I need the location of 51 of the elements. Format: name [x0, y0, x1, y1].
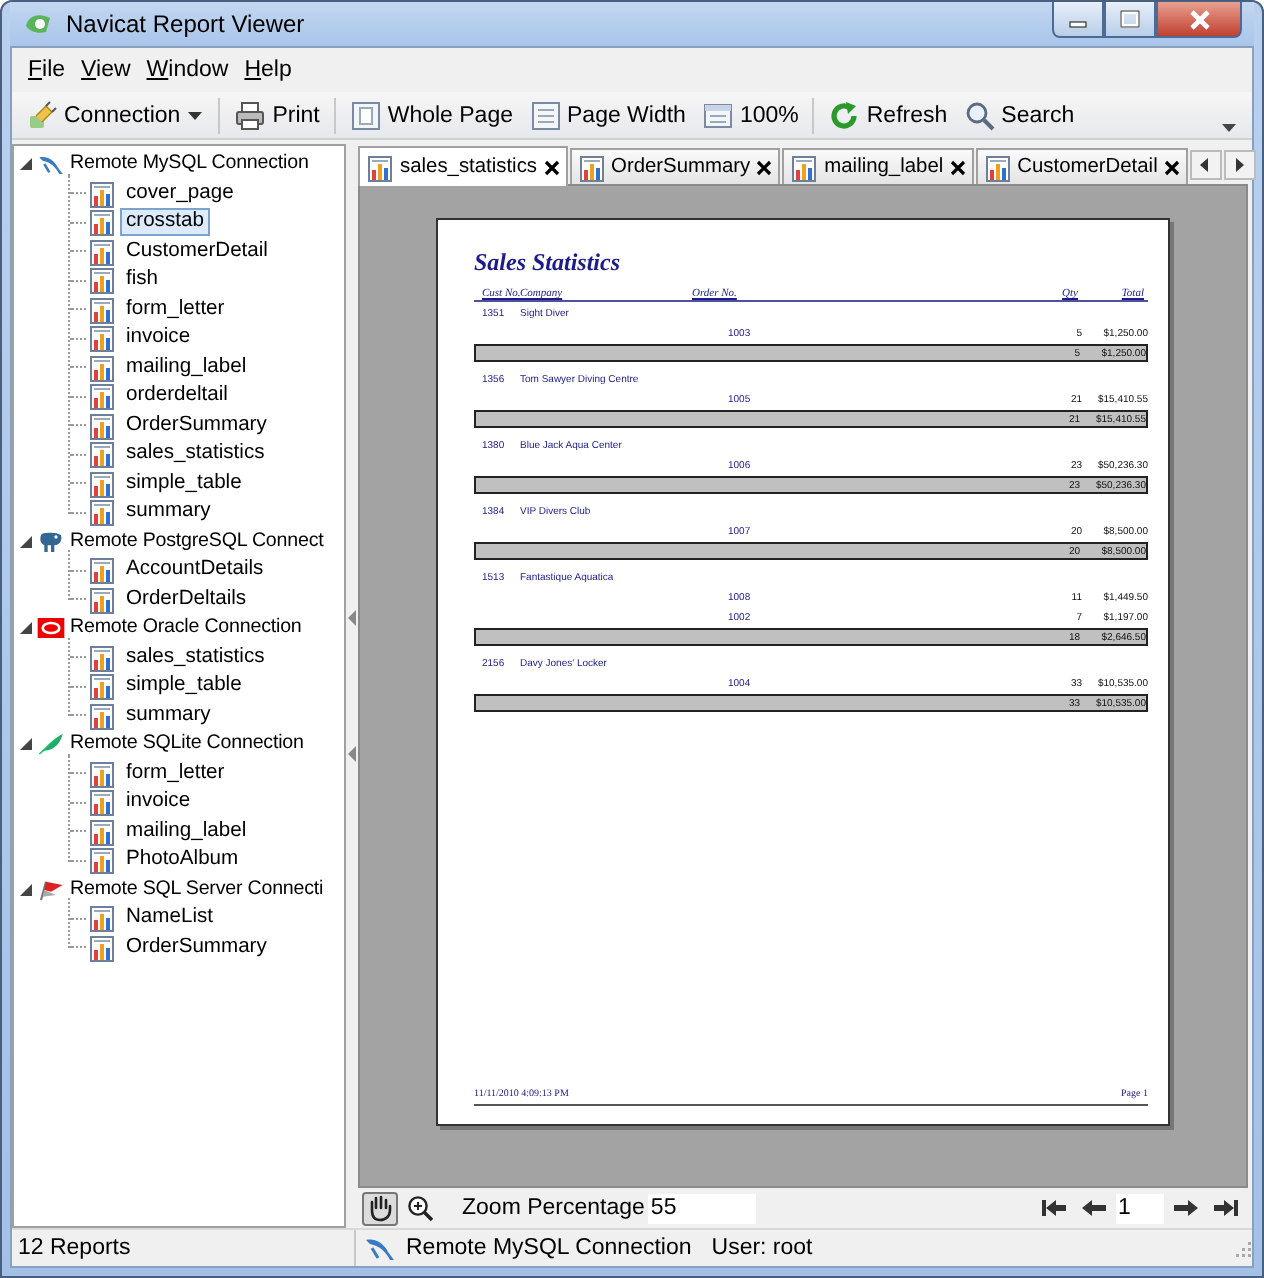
tree-item[interactable]: crosstab	[120, 208, 210, 237]
tree-item[interactable]: mailing_label	[120, 353, 253, 382]
report-count: 12 Reports	[18, 1236, 131, 1260]
window-title: Navicat Report Viewer	[66, 10, 307, 38]
report-title: Sales Statistics	[474, 248, 621, 280]
toolbar-button[interactable]: Search	[955, 95, 1083, 135]
tree-item[interactable]: orderdeltail	[120, 382, 234, 411]
page-field[interactable]: 1	[1116, 1193, 1164, 1223]
tree-item[interactable]: form_letter	[120, 759, 231, 788]
tree-item[interactable]: Remote PostgreSQL Connect	[68, 527, 326, 556]
tree-item[interactable]: summary	[120, 498, 217, 527]
toolbar-button[interactable]: 100%	[693, 95, 807, 135]
tree-item[interactable]: summary	[120, 701, 217, 730]
tab[interactable]: CustomerDetail	[975, 148, 1188, 184]
tab[interactable]: OrderSummary	[569, 148, 781, 184]
tree-item[interactable]: NameList	[120, 904, 219, 933]
tree-item[interactable]: CustomerDetail	[120, 237, 274, 266]
tree-item[interactable]: cover_page	[120, 179, 240, 208]
menu-item[interactable]: View	[73, 58, 139, 82]
tree-item[interactable]: sales_statistics	[120, 643, 271, 672]
tree-item[interactable]: OrderSummary	[120, 933, 273, 962]
tree-item[interactable]: Remote Oracle Connection	[68, 614, 304, 643]
menu-item[interactable]: Window	[138, 58, 237, 82]
zoom-label: Zoom Percentage	[462, 1196, 645, 1220]
tree-item[interactable]: OrderSummary	[120, 411, 273, 440]
tree-item[interactable]: sales_statistics	[120, 440, 271, 469]
toolbar-button[interactable]: Whole Page	[341, 95, 521, 135]
tree-item[interactable]: simple_table	[120, 469, 248, 498]
tree-item[interactable]: AccountDetails	[120, 556, 270, 585]
tab[interactable]: sales_statistics	[358, 146, 568, 186]
zoom-field[interactable]: 55	[648, 1193, 757, 1223]
tree-item[interactable]: OrderDeltails	[120, 585, 253, 614]
tree-item[interactable]: Remote SQLite Connection	[68, 730, 306, 759]
tab[interactable]: mailing_label	[782, 148, 974, 184]
menu-item[interactable]: File	[20, 58, 74, 82]
tree-item[interactable]: Remote MySQL Connection	[68, 150, 311, 179]
tree-item[interactable]: mailing_label	[120, 817, 253, 846]
toolbar-button[interactable]: Refresh	[820, 95, 956, 135]
tree-item[interactable]: invoice	[120, 324, 197, 353]
tree-item[interactable]: fish	[120, 266, 165, 295]
toolbar-button[interactable]: Print	[226, 95, 328, 135]
tree-item[interactable]: simple_table	[120, 672, 248, 701]
dropdown-button[interactable]: Connection	[18, 95, 213, 135]
tree-item[interactable]: form_letter	[120, 295, 231, 324]
toolbar-button[interactable]: Page Width	[521, 95, 694, 135]
tree-item[interactable]: invoice	[120, 788, 197, 817]
tree-item[interactable]: Remote SQL Server Connecti	[68, 875, 326, 904]
user-label: User: root	[711, 1236, 813, 1260]
tree-item[interactable]: PhotoAlbum	[120, 846, 245, 875]
menu-item[interactable]: Help	[236, 58, 300, 82]
connection-name: Remote MySQL Connection	[406, 1236, 692, 1260]
